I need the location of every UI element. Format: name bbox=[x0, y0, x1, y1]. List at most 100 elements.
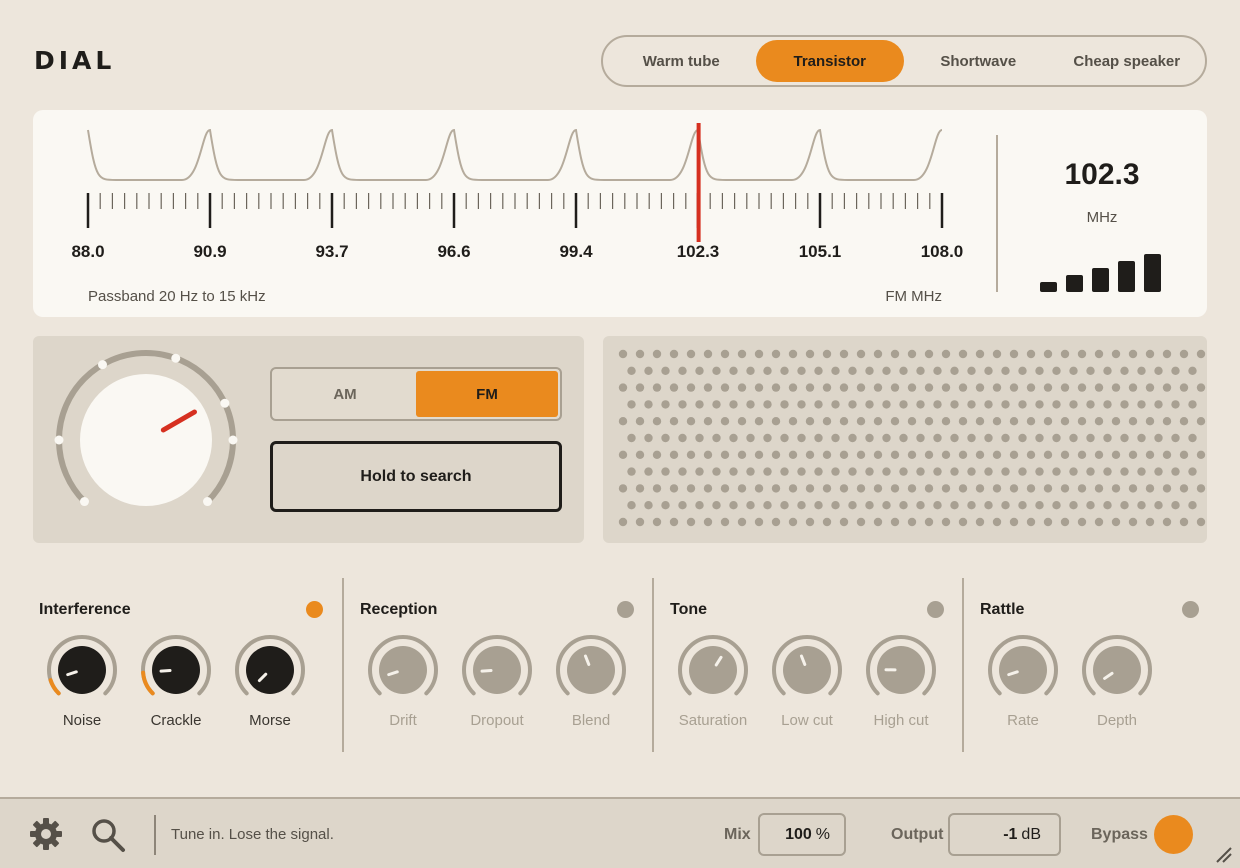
grille-dot bbox=[907, 383, 917, 392]
grille-dot bbox=[1145, 383, 1155, 392]
knob-blend[interactable] bbox=[555, 634, 627, 706]
hold-to-search-button[interactable]: Hold to search bbox=[270, 441, 562, 512]
knob-high-cut[interactable] bbox=[865, 634, 937, 706]
grille-dot bbox=[737, 349, 747, 359]
grille-dot bbox=[839, 383, 849, 392]
grille-dot bbox=[618, 417, 628, 426]
knob-rate[interactable] bbox=[987, 634, 1059, 706]
grille-dot bbox=[661, 433, 670, 443]
preset-transistor[interactable]: Transistor bbox=[755, 40, 904, 82]
grille-dot bbox=[1069, 467, 1078, 476]
grille-dot bbox=[856, 484, 866, 493]
grille-dot bbox=[933, 467, 942, 476]
knob-dropout[interactable] bbox=[461, 634, 533, 706]
section-enable-led[interactable] bbox=[927, 601, 944, 618]
tuning-knob-detent bbox=[220, 398, 230, 408]
grille-dot bbox=[1035, 366, 1044, 375]
band-am-button[interactable]: AM bbox=[274, 371, 416, 417]
search-icon[interactable] bbox=[89, 816, 127, 854]
grille-dot bbox=[669, 484, 679, 493]
grille-dot bbox=[814, 400, 823, 409]
grille-dot bbox=[720, 517, 730, 527]
grille-dot bbox=[1077, 383, 1087, 392]
grille-dot bbox=[1069, 366, 1078, 375]
grille-dot bbox=[1001, 400, 1010, 409]
grille-dot bbox=[618, 517, 628, 527]
output-field[interactable]: -1 dB bbox=[948, 813, 1061, 856]
band-fm-button[interactable]: FM bbox=[416, 371, 558, 417]
grille-dot bbox=[899, 501, 908, 510]
knob-depth[interactable] bbox=[1081, 634, 1153, 706]
scale-label: 99.4 bbox=[559, 242, 593, 261]
section-enable-led[interactable] bbox=[617, 601, 634, 618]
grille-dot bbox=[1137, 501, 1146, 510]
grille-dot bbox=[865, 400, 874, 409]
grille-dot bbox=[924, 383, 934, 392]
knob-noise[interactable] bbox=[46, 634, 118, 706]
tuning-knob-body[interactable] bbox=[80, 374, 212, 506]
grille-dot bbox=[771, 484, 781, 493]
grille-dot bbox=[771, 450, 781, 459]
grille-dot bbox=[890, 484, 900, 493]
signal-bar bbox=[1066, 275, 1083, 292]
knob-low-cut[interactable] bbox=[771, 634, 843, 706]
gear-icon[interactable] bbox=[28, 816, 64, 852]
grille-dot bbox=[703, 517, 713, 527]
grille-dot bbox=[652, 417, 662, 426]
grille-dot bbox=[1120, 501, 1129, 510]
grille-dot bbox=[661, 366, 670, 375]
preset-selector: Warm tube Transistor Shortwave Cheap spe… bbox=[601, 35, 1207, 87]
preset-warm-tube[interactable]: Warm tube bbox=[607, 40, 756, 82]
grille-dot bbox=[899, 400, 908, 409]
grille-dot bbox=[941, 383, 951, 392]
section-enable-led[interactable] bbox=[1182, 601, 1199, 618]
grille-dot bbox=[839, 349, 849, 359]
knob-morse[interactable] bbox=[234, 634, 306, 706]
grille-dot bbox=[1179, 417, 1189, 426]
preset-shortwave[interactable]: Shortwave bbox=[904, 40, 1053, 82]
grille-dot bbox=[712, 400, 721, 409]
knob-indicator bbox=[480, 668, 493, 673]
grille-dot bbox=[1077, 450, 1087, 459]
mix-value: 100 bbox=[785, 825, 812, 843]
bypass-button[interactable] bbox=[1154, 815, 1193, 854]
grille-dot bbox=[780, 366, 789, 375]
output-unit: dB bbox=[1021, 825, 1041, 843]
section-title: Rattle bbox=[980, 601, 1025, 618]
grille-dot bbox=[814, 467, 823, 476]
grille-dot bbox=[1094, 417, 1104, 426]
grille-dot bbox=[686, 349, 696, 359]
knob-crackle[interactable] bbox=[140, 634, 212, 706]
resize-grip-icon[interactable] bbox=[1214, 845, 1234, 865]
preset-cheap-speaker[interactable]: Cheap speaker bbox=[1053, 40, 1202, 82]
frequency-dial-panel: 88.0 90.9 93.7 96.6 99.4 102.3 105.1 108.0 Passb… bbox=[33, 110, 1207, 317]
grille-dot bbox=[1043, 517, 1053, 527]
grille-dot bbox=[678, 433, 687, 443]
grille-dot bbox=[1196, 484, 1206, 493]
grille-dot bbox=[1162, 484, 1172, 493]
grille-dot bbox=[1137, 433, 1146, 443]
grille-dot bbox=[1120, 433, 1129, 443]
grille-dot bbox=[1086, 366, 1095, 375]
grille-dot bbox=[797, 433, 806, 443]
grille-dot bbox=[1188, 400, 1197, 409]
grille-dot bbox=[1111, 349, 1121, 359]
frequency-readout-unit: MHz bbox=[1086, 209, 1118, 226]
grille-dot bbox=[720, 450, 730, 459]
grille-dot bbox=[1018, 433, 1027, 443]
grille-dot bbox=[729, 433, 738, 443]
knob-saturation[interactable] bbox=[677, 634, 749, 706]
mix-field[interactable]: 100% bbox=[758, 813, 846, 856]
grille-dot bbox=[1171, 501, 1180, 510]
grille-dot bbox=[1171, 366, 1180, 375]
status-tagline: Tune in. Lose the signal. bbox=[171, 826, 334, 843]
mix-unit: % bbox=[815, 825, 830, 843]
section-enable-led[interactable] bbox=[306, 601, 323, 618]
grille-dot bbox=[1162, 417, 1172, 426]
frequency-readout: 102.3 bbox=[1064, 158, 1140, 191]
grille-dot bbox=[618, 383, 628, 392]
knob-drift[interactable] bbox=[367, 634, 439, 706]
tuning-knob-detent bbox=[171, 353, 181, 363]
knob-body bbox=[567, 646, 615, 694]
grille-dot bbox=[1035, 467, 1044, 476]
